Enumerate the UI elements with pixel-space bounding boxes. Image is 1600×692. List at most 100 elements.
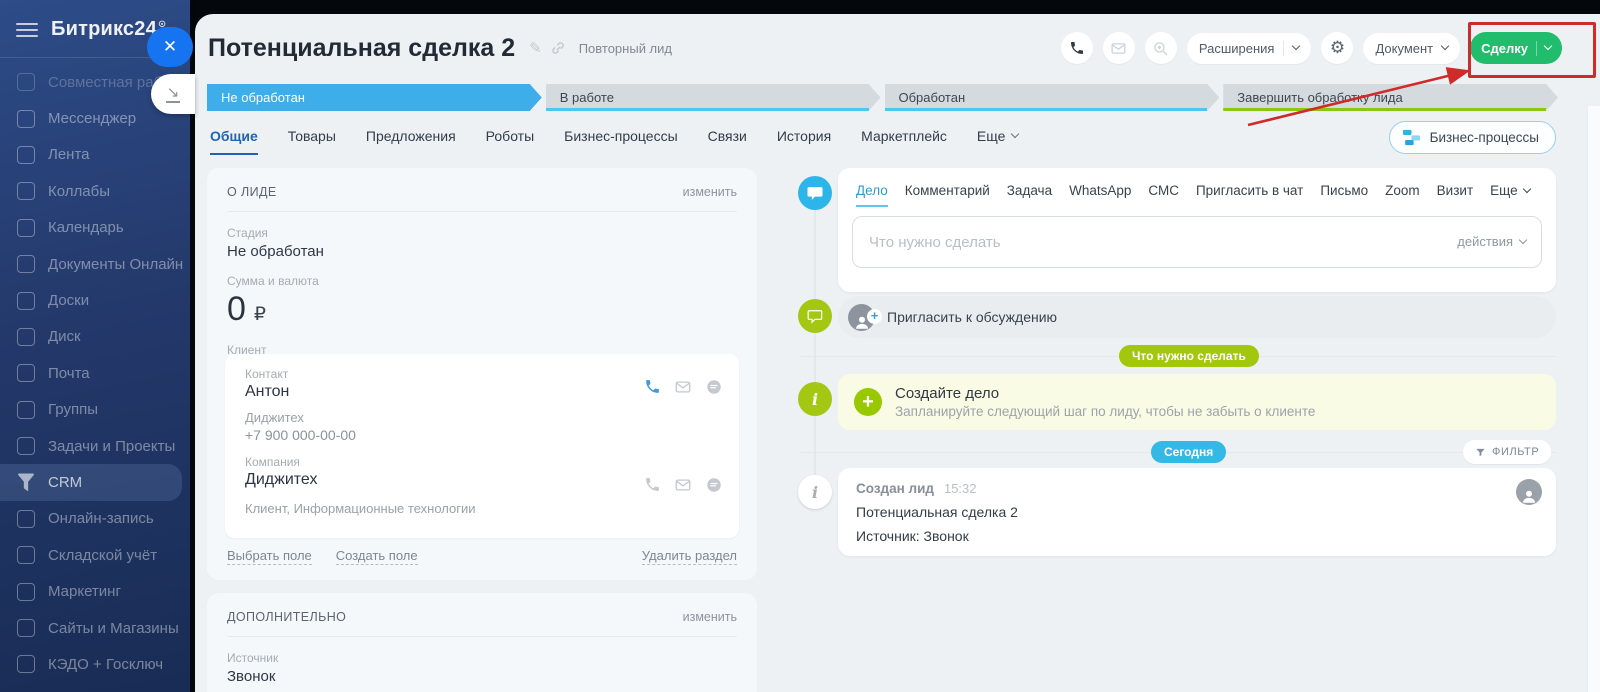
document-label: Документ xyxy=(1375,41,1433,56)
tab-label: Визит xyxy=(1437,183,1473,198)
tab-связи[interactable]: Связи xyxy=(708,128,747,153)
chat-company-icon[interactable] xyxy=(705,476,723,494)
collapse-slider-button[interactable]: ↘ xyxy=(151,74,195,114)
collapse-icon: ↘ xyxy=(166,85,181,103)
tab-еще[interactable]: Еще xyxy=(977,128,1019,153)
todo-input[interactable] xyxy=(852,216,1542,268)
sidebar-item-collabs[interactable]: Коллабы xyxy=(0,173,190,209)
sidebar-item-boards[interactable]: Доски xyxy=(0,282,190,318)
edit-link[interactable]: изменить xyxy=(683,185,737,199)
stage-segment[interactable]: В работе xyxy=(546,84,881,111)
sidebar-item-calendar[interactable]: Календарь xyxy=(0,210,190,246)
header-toolbar: Расширения ⚙ Документ Сделку xyxy=(1061,32,1562,64)
stage-segment[interactable]: Не обработан xyxy=(207,84,542,111)
tab-общие[interactable]: Общие xyxy=(210,128,258,155)
email-contact-icon[interactable] xyxy=(674,378,692,396)
invite-discussion-label: Пригласить к обсуждению xyxy=(887,309,1057,325)
tab-label: Товары xyxy=(288,128,336,144)
stage-segment[interactable]: Завершить обработку лида xyxy=(1223,84,1558,111)
sidebar-item-crm[interactable]: CRM xyxy=(0,464,182,500)
panel-header: Потенциальная сделка 2 ✎ Повторный лид xyxy=(195,14,1600,76)
tab-zoom[interactable]: Zoom xyxy=(1385,183,1420,205)
sidebar-item-feed[interactable]: Лента xyxy=(0,137,190,173)
lead-stage-bar: Не обработанВ работеОбработанЗавершить о… xyxy=(207,84,1558,111)
extensions-label: Расширения xyxy=(1199,41,1275,56)
tab-label: Общие xyxy=(210,128,258,144)
sidebar-item-groups[interactable]: Группы xyxy=(0,392,190,428)
call-company-icon[interactable] xyxy=(644,476,661,494)
sidebar-item-marketing[interactable]: Маркетинг xyxy=(0,573,190,609)
tab-маркетплейс[interactable]: Маркетплейс xyxy=(861,128,947,153)
timeline-rail xyxy=(814,193,816,493)
tab-задача[interactable]: Задача xyxy=(1007,183,1052,205)
sidebar-item-booking[interactable]: Онлайн-запись xyxy=(0,501,190,537)
tab-еще[interactable]: Еще xyxy=(1490,183,1529,205)
add-activity-button[interactable]: + xyxy=(854,388,882,416)
hint-title[interactable]: Создайте дело xyxy=(895,385,1315,402)
document-button[interactable]: Документ xyxy=(1363,33,1460,64)
call-contact-icon[interactable] xyxy=(644,378,661,396)
create-deal-button[interactable]: Сделку xyxy=(1470,32,1562,64)
business-processes-button[interactable]: Бизнес-процессы xyxy=(1389,121,1556,154)
tab-label: WhatsApp xyxy=(1069,183,1131,198)
sidebar-item-mail[interactable]: Почта xyxy=(0,355,190,391)
delete-section-link[interactable]: Удалить раздел xyxy=(642,548,737,565)
email-company-icon[interactable] xyxy=(674,476,692,494)
tab-письмо[interactable]: Письмо xyxy=(1320,183,1368,205)
panel-scrollbar[interactable] xyxy=(1587,106,1600,692)
source-field-value[interactable]: Звонок xyxy=(227,668,737,685)
chat-contact-icon[interactable] xyxy=(705,378,723,396)
sidebar-item-drive[interactable]: Диск xyxy=(0,319,190,355)
sites-icon xyxy=(17,619,35,637)
sidebar-item-inventory[interactable]: Складской учёт xyxy=(0,537,190,573)
booking-icon xyxy=(17,510,35,528)
tab-визит[interactable]: Визит xyxy=(1437,183,1473,205)
search-zoom-button[interactable] xyxy=(1145,32,1177,64)
today-date-badge: Сегодня xyxy=(1151,441,1226,463)
sidebar-item-sites[interactable]: Сайты и Магазины xyxy=(0,610,190,646)
extensions-button[interactable]: Расширения xyxy=(1187,33,1312,64)
tab-роботы[interactable]: Роботы xyxy=(486,128,534,153)
tab-бизнес-процессы[interactable]: Бизнес-процессы xyxy=(564,128,677,153)
about-card-header: О ЛИДЕ изменить xyxy=(227,168,737,212)
tab-комментарий[interactable]: Комментарий xyxy=(905,183,990,205)
tab-смс[interactable]: СМС xyxy=(1148,183,1179,205)
plus-icon: + xyxy=(867,309,882,324)
timeline-filter-button[interactable]: ФИЛЬТР xyxy=(1463,440,1551,464)
contact-company-name: Диджитех xyxy=(245,410,719,425)
tab-whatsapp[interactable]: WhatsApp xyxy=(1069,183,1131,205)
tab-предложения[interactable]: Предложения xyxy=(366,128,456,153)
tab-пригласить-в-чат[interactable]: Пригласить в чат xyxy=(1196,183,1303,205)
contact-phone-number[interactable]: +7 900 000-00-00 xyxy=(245,427,719,443)
tab-label: История xyxy=(777,128,831,144)
create-field-link[interactable]: Создать поле xyxy=(336,548,418,565)
entry-header: Создан лид 15:32 xyxy=(838,468,1556,496)
actions-dropdown[interactable]: действия xyxy=(1457,234,1526,249)
close-slider-button[interactable]: ✕ xyxy=(147,27,193,67)
tab-товары[interactable]: Товары xyxy=(288,128,336,153)
sidebar-item-documents-online[interactable]: Документы Онлайн xyxy=(0,246,190,282)
copy-link-icon[interactable] xyxy=(551,41,566,56)
invite-discussion-row[interactable]: + Пригласить к обсуждению xyxy=(838,296,1556,338)
sidebar-item-tasks[interactable]: Задачи и Проекты xyxy=(0,428,190,464)
actions-label: действия xyxy=(1457,234,1513,249)
inventory-icon xyxy=(17,546,35,564)
hamburger-menu-icon[interactable] xyxy=(16,19,38,41)
timeline-entry-card: Создан лид 15:32 Потенциальная сделка 2 … xyxy=(838,468,1556,556)
entry-lead-name[interactable]: Потенциальная сделка 2 xyxy=(856,504,1538,520)
tab-история[interactable]: История xyxy=(777,128,831,153)
stage-segment[interactable]: Обработан xyxy=(885,84,1220,111)
about-card-title: О ЛИДЕ xyxy=(227,185,277,199)
call-button[interactable] xyxy=(1061,32,1093,64)
todo-marker-badge[interactable]: Что нужно сделать xyxy=(1119,345,1259,367)
sidebar-item-kedo[interactable]: КЭДО + Госключ xyxy=(0,646,190,682)
edit-link[interactable]: изменить xyxy=(683,610,737,624)
amount-field-value[interactable]: 0 ₽ xyxy=(227,290,737,329)
email-button[interactable] xyxy=(1103,32,1135,64)
tab-дело[interactable]: Дело xyxy=(856,183,888,207)
sidebar-item-label: Мессенджер xyxy=(48,110,136,127)
edit-title-icon[interactable]: ✎ xyxy=(529,39,542,57)
select-field-link[interactable]: Выбрать поле xyxy=(227,548,312,565)
stage-field-value[interactable]: Не обработан xyxy=(227,243,737,260)
settings-gear-button[interactable]: ⚙ xyxy=(1321,32,1353,64)
